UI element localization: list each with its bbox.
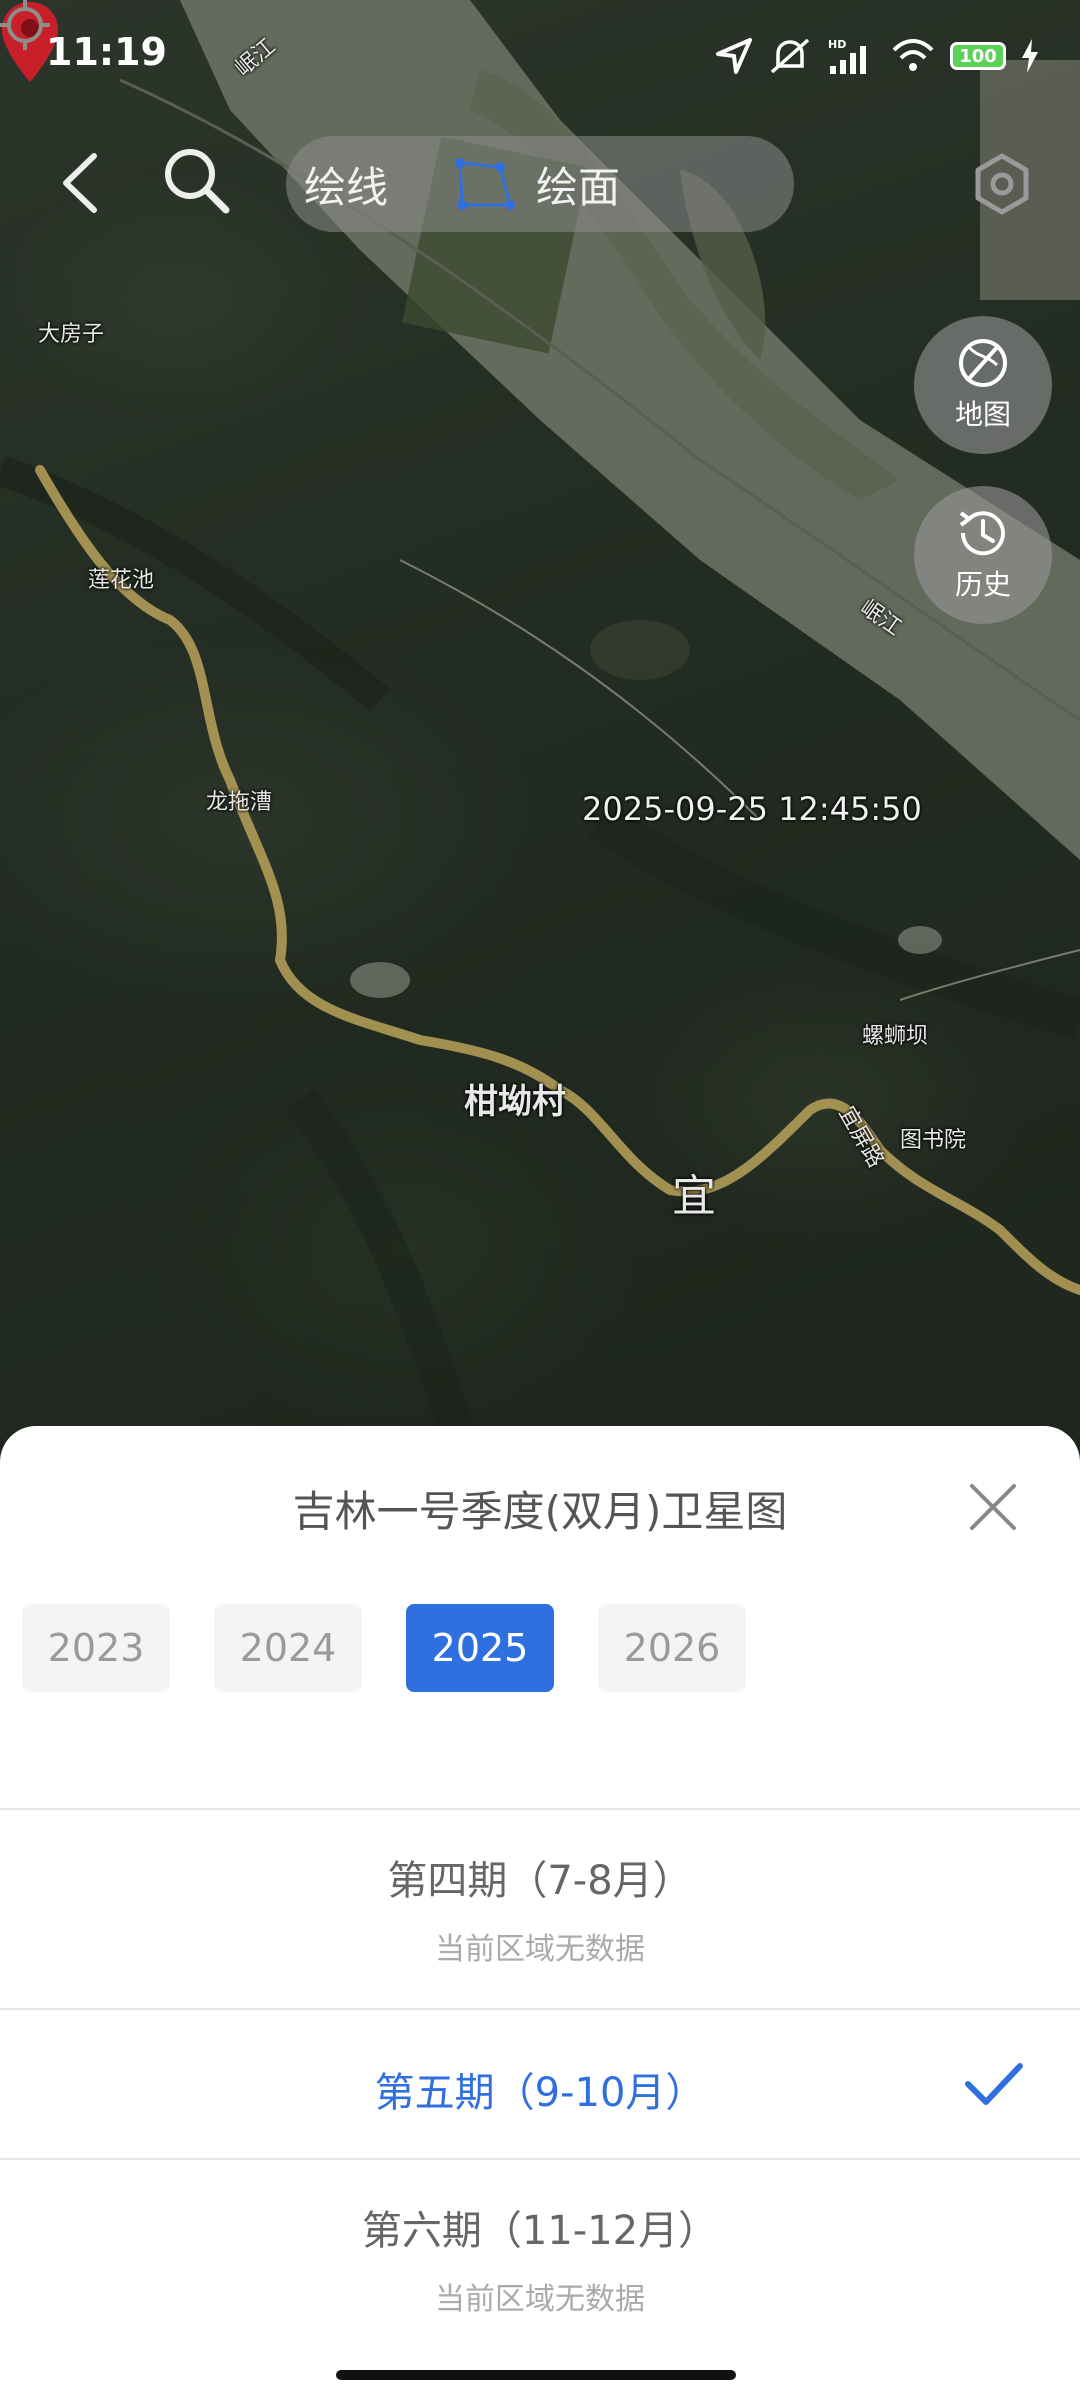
period-list: 第四期（7-8月） 当前区域无数据 第五期（9-10月） 第六期（11-12月）… xyxy=(0,1808,1080,2358)
back-button[interactable] xyxy=(56,150,106,216)
period-name: 第五期（9-10月） xyxy=(374,2070,706,2116)
home-indicator[interactable] xyxy=(336,2370,736,2380)
draw-line-button[interactable]: 绘线 xyxy=(304,154,388,215)
battery-indicator: 100 xyxy=(950,42,1006,70)
year-chip-2023[interactable]: 2023 xyxy=(22,1604,170,1692)
road-label: 宜 xyxy=(672,1171,716,1222)
place-label: 龙拖漕 xyxy=(206,790,273,815)
place-label: 大房子 xyxy=(38,322,105,347)
settings-button[interactable] xyxy=(970,152,1034,216)
period-status: 当前区域无数据 xyxy=(435,2282,645,2317)
period-status: 当前区域无数据 xyxy=(435,1932,645,1967)
map-layer-icon xyxy=(959,339,1007,387)
status-icons: HD 100 xyxy=(714,34,1040,78)
year-selector: 2023 2024 2025 2026 xyxy=(22,1604,746,1692)
place-label: 螺蛳坝 xyxy=(862,1024,929,1049)
network-type-label: HD xyxy=(828,38,846,51)
period-item-5[interactable]: 第五期（9-10月） xyxy=(0,2008,1080,2158)
location-arrow-icon xyxy=(716,38,752,74)
check-icon xyxy=(965,2063,1023,2105)
imagery-timestamp: 2025-09-25 12:45:50 xyxy=(582,790,922,828)
imagery-period-sheet: 吉林一号季度(双月)卫星图 2023 2024 2025 2026 第四期（7-… xyxy=(0,1426,1080,2400)
close-icon xyxy=(970,1484,1016,1530)
map-layer-button[interactable]: 地图 xyxy=(914,316,1052,454)
charging-icon xyxy=(1022,39,1038,73)
hexagon-settings-icon xyxy=(975,153,1029,215)
year-chip-2025[interactable]: 2025 xyxy=(406,1604,554,1692)
mute-icon xyxy=(770,38,810,74)
sheet-title: 吉林一号季度(双月)卫星图 xyxy=(292,1487,788,1536)
period-name: 第四期（7-8月） xyxy=(387,1858,693,1904)
year-chip-2026[interactable]: 2026 xyxy=(598,1604,746,1692)
close-button[interactable] xyxy=(966,1480,1020,1534)
search-button[interactable] xyxy=(160,144,232,216)
status-time: 11:19 xyxy=(46,30,167,74)
back-arrow-icon xyxy=(63,153,97,213)
status-bar: 11:19 HD 100 xyxy=(0,0,1080,110)
place-label: 莲花池 xyxy=(88,568,155,593)
history-button[interactable]: 历史 xyxy=(914,486,1052,624)
search-icon xyxy=(165,149,230,214)
history-label: 历史 xyxy=(954,568,1011,601)
village-label: 柑坳村 xyxy=(464,1082,566,1122)
wifi-icon xyxy=(892,39,934,71)
signal-icon: HD xyxy=(828,38,866,74)
draw-area-button[interactable]: 绘面 xyxy=(536,154,620,215)
place-label: 图书院 xyxy=(900,1128,967,1153)
polygon-icon[interactable] xyxy=(452,155,518,213)
period-item-4[interactable]: 第四期（7-8月） 当前区域无数据 xyxy=(0,1808,1080,2008)
history-clock-icon xyxy=(959,511,1005,556)
period-item-6[interactable]: 第六期（11-12月） 当前区域无数据 xyxy=(0,2158,1080,2358)
map-layer-label: 地图 xyxy=(954,398,1011,431)
draw-tools-bar: 绘线 绘面 xyxy=(286,136,794,232)
year-chip-2024[interactable]: 2024 xyxy=(214,1604,362,1692)
period-name: 第六期（11-12月） xyxy=(361,2208,719,2254)
